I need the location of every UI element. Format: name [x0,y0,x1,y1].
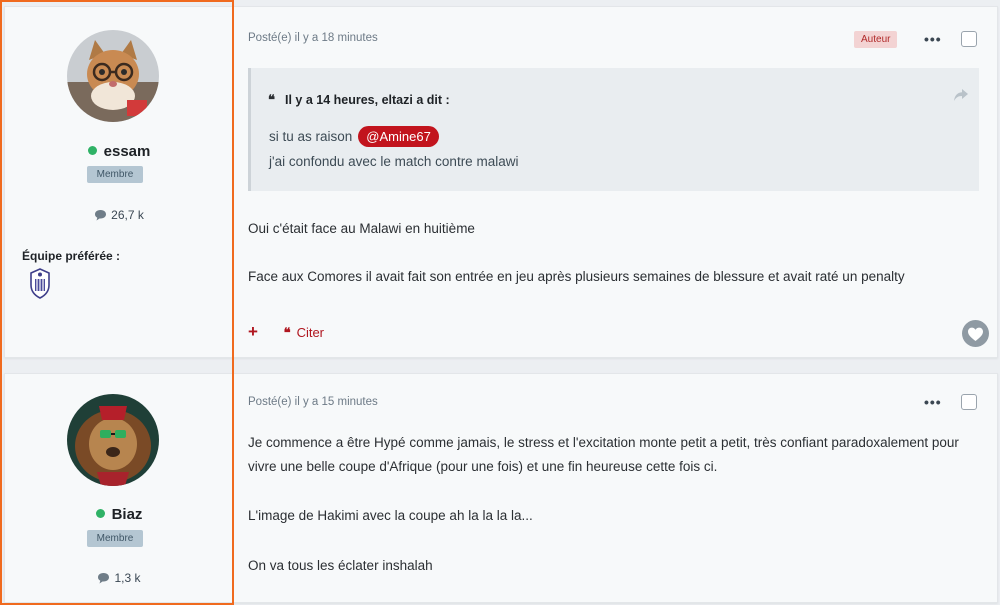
quote-button[interactable]: ❝ Citer [284,325,324,340]
online-status-icon [95,509,105,518]
post-paragraph: Face aux Comores il avait fait son entré… [248,269,905,284]
post-count: 1,3 k [5,571,233,585]
quote-header-text: Il y a 14 heures, eltazi a dit : [285,93,450,107]
share-arrow-icon[interactable] [953,88,969,107]
more-options-icon[interactable]: ••• [924,394,942,410]
post-paragraph: Je commence a être Hypé comme jamais, le… [248,435,959,474]
quote-icon: ❝ [283,325,291,340]
author-panel: Biaz Membre 1,3 k [5,374,233,602]
post-paragraph: L'image de Hakimi avec la coupe ah la la… [248,508,533,523]
post-timestamp[interactable]: Posté(e) il y a 15 minutes [248,396,378,408]
post-count: 26,7 k [5,208,233,222]
comment-icon [95,210,107,221]
post-actions: + ❝ Citer [248,322,324,342]
author-panel: essam Membre 26,7 k Équipe préférée : [5,7,233,357]
forum-thread: essam Membre 26,7 k Équipe préférée : Po… [0,0,1000,605]
post-paragraph: Oui c'était face au Malawi en huitième [248,221,475,236]
username[interactable]: essam [5,143,233,160]
post: essam Membre 26,7 k Équipe préférée : Po… [4,6,998,358]
quote-marks-icon: ❝ [268,92,275,107]
heart-icon [968,327,983,341]
quote-block: ❝ Il y a 14 heures, eltazi a dit : si tu … [248,68,979,191]
add-reaction-button[interactable]: + [248,322,258,341]
username-text[interactable]: essam [104,143,151,160]
avatar[interactable] [67,394,159,486]
like-button[interactable] [962,320,989,347]
quote-line: j'ai confondu avec le match contre malaw… [269,154,519,169]
favorite-team-label: Équipe préférée : [22,249,121,263]
post-timestamp[interactable]: Posté(e) il y a 18 minutes [248,32,378,44]
post-count-value: 26,7 k [111,208,144,222]
username[interactable]: Biaz [5,506,233,523]
post-content: Posté(e) il y a 15 minutes ••• Je commen… [233,374,997,602]
more-options-icon[interactable]: ••• [924,31,942,47]
user-mention[interactable]: @Amine67 [358,126,439,147]
post-paragraph: On va tous les éclater inshalah [248,558,433,573]
post-count-value: 1,3 k [114,571,141,585]
select-post-checkbox[interactable] [961,394,977,410]
quote-text: si tu as raison [269,129,353,144]
quote-header[interactable]: ❝ Il y a 14 heures, eltazi a dit : [268,92,450,108]
author-badge: Auteur [854,31,898,48]
post: Biaz Membre 1,3 k Posté(e) il y a 15 min… [4,373,998,603]
role-badge: Membre [87,530,143,547]
team-crest-icon [27,267,53,299]
online-status-icon [87,146,97,155]
role-badge: Membre [87,166,143,183]
post-content: Posté(e) il y a 18 minutes Auteur ••• ❝ I… [233,7,997,357]
username-text[interactable]: Biaz [112,506,143,523]
quote-line: si tu as raison @Amine67 [269,126,439,147]
comment-icon [98,573,110,584]
avatar[interactable] [67,30,159,122]
quote-button-label: Citer [296,325,325,340]
select-post-checkbox[interactable] [961,31,977,47]
